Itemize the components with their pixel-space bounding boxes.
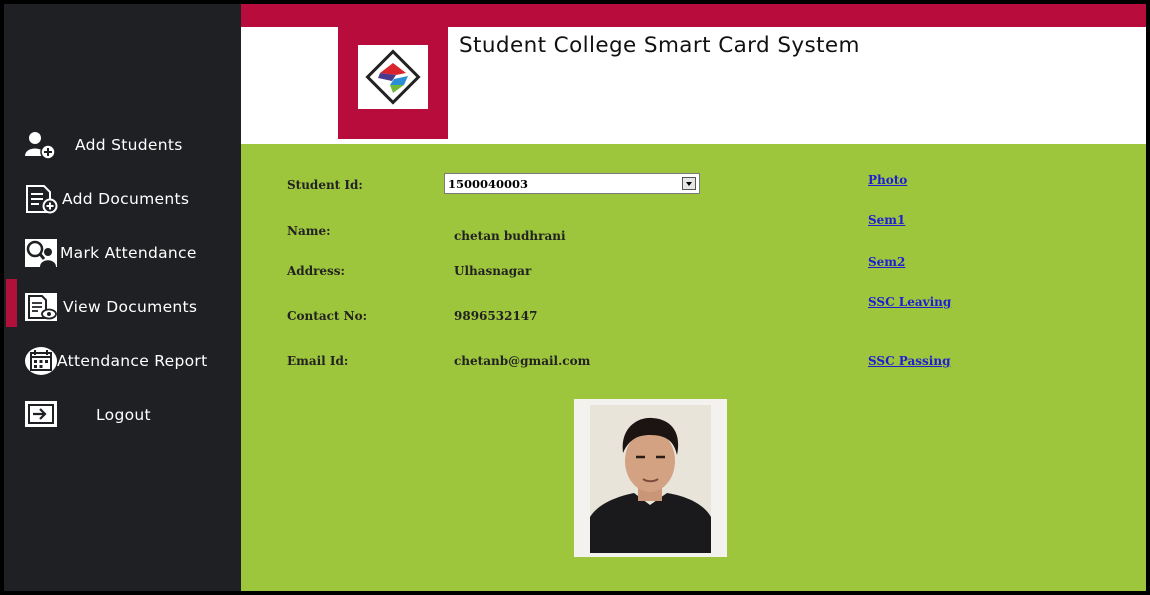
header: Student College Smart Card System (241, 27, 1146, 144)
sidebar-item-label: View Documents (63, 298, 198, 316)
calendar-icon (24, 346, 58, 376)
add-user-icon (24, 130, 58, 160)
address-label: Address: (287, 264, 345, 278)
view-documents-icon (24, 292, 58, 322)
student-id-selected-value: 1500040003 (448, 177, 529, 191)
page-title: Student College Smart Card System (459, 33, 860, 58)
photo-link[interactable]: Photo (868, 173, 907, 187)
name-value: chetan budhrani (454, 229, 566, 243)
email-value: chetanb@gmail.com (454, 354, 591, 368)
top-accent-bar (241, 4, 1146, 27)
sidebar-item-mark-attendance[interactable]: Mark Attendance (4, 232, 241, 278)
logout-icon (24, 400, 58, 430)
sidebar-item-view-documents[interactable]: View Documents (4, 286, 241, 332)
sem2-link[interactable]: Sem2 (868, 255, 905, 269)
ssc-passing-link[interactable]: SSC Passing (868, 354, 950, 368)
sidebar-item-label: Add Students (75, 136, 183, 154)
app-logo (358, 45, 428, 109)
student-id-label: Student Id: (287, 178, 363, 192)
mark-attendance-icon (24, 238, 58, 268)
sidebar-item-attendance-report[interactable]: Attendance Report (4, 340, 241, 386)
chevron-down-icon[interactable] (682, 177, 696, 190)
address-value: Ulhasnagar (454, 264, 532, 278)
app-window: Add Students Add Documents Mark Attendan… (0, 0, 1150, 595)
student-photo (574, 399, 727, 557)
sidebar-item-logout[interactable]: Logout (4, 394, 241, 440)
name-label: Name: (287, 224, 331, 238)
sidebar-item-add-documents[interactable]: Add Documents (4, 178, 241, 224)
logo-container (338, 27, 448, 139)
ssc-leaving-link[interactable]: SSC Leaving (868, 295, 951, 309)
contact-value: 9896532147 (454, 309, 538, 323)
student-details-panel: Student Id: 1500040003 Name: chetan budh… (241, 144, 1146, 591)
email-label: Email Id: (287, 354, 349, 368)
sidebar-item-add-students[interactable]: Add Students (4, 124, 241, 170)
sidebar-item-label: Attendance Report (57, 352, 208, 370)
sidebar: Add Students Add Documents Mark Attendan… (4, 4, 241, 591)
add-document-icon (24, 184, 58, 214)
student-id-select[interactable]: 1500040003 (444, 173, 700, 194)
sidebar-item-label: Add Documents (62, 190, 190, 208)
sidebar-item-label: Logout (96, 406, 151, 424)
contact-label: Contact No: (287, 309, 368, 323)
sidebar-item-label: Mark Attendance (60, 244, 197, 262)
sem1-link[interactable]: Sem1 (868, 213, 905, 227)
